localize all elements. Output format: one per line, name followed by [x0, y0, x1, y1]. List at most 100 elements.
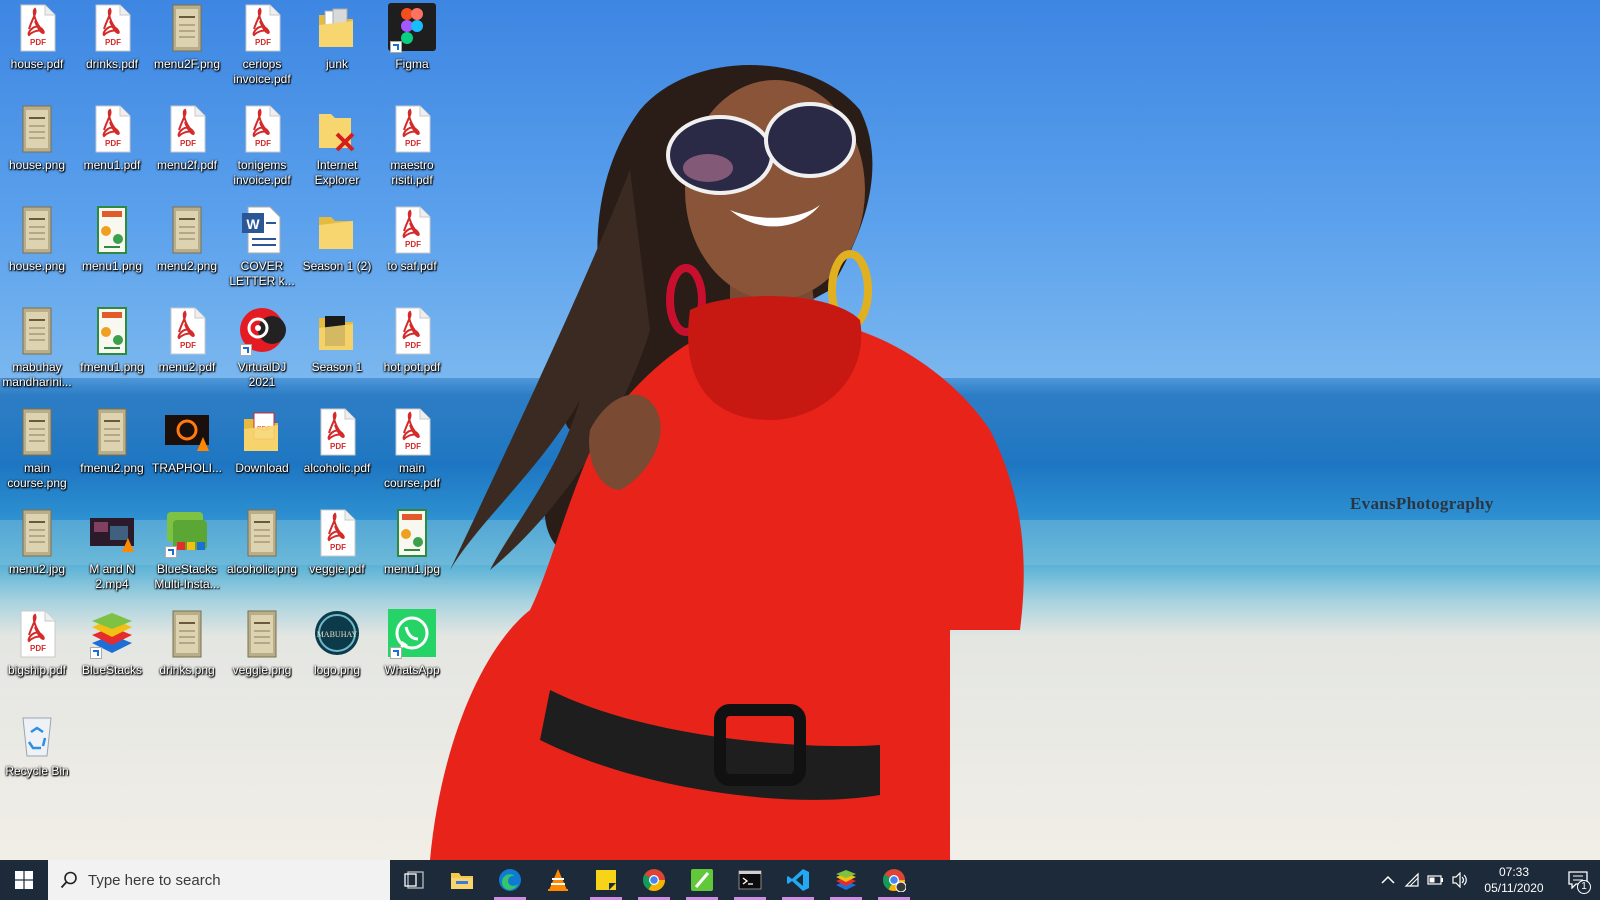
desktop-icon-drinks-pdf[interactable]: PDF drinks.pdf	[75, 0, 149, 72]
desktop-icon-maestro-risiti-pdf[interactable]: PDF maestro risiti.pdf	[375, 101, 449, 188]
desktop-icon-label: fmenu1.png	[80, 360, 144, 374]
chrome-profile-icon	[882, 868, 906, 892]
taskbar-app-vlc[interactable]	[534, 860, 582, 900]
desktop-icon-bluestacks[interactable]: BlueStacks	[75, 606, 149, 678]
desktop-icon-menu1-jpg[interactable]: menu1.jpg	[375, 505, 449, 577]
desktop-icon-label: COVER LETTER k...	[229, 259, 295, 288]
shortcut-arrow-icon	[390, 41, 402, 53]
taskbar-search-box[interactable]: Type here to search	[48, 860, 390, 900]
desktop-icon-menu2-pdf[interactable]: PDF menu2.pdf	[150, 303, 224, 375]
taskbar-app-command-prompt[interactable]	[726, 860, 774, 900]
menu-color-icon	[88, 306, 136, 356]
desktop-icon-alcoholic-pdf[interactable]: PDF alcoholic.pdf	[300, 404, 374, 476]
desktop-icon-drinks-png[interactable]: drinks.png	[150, 606, 224, 678]
desktop-icon-main-course-png[interactable]: main course.png	[0, 404, 74, 491]
desktop-icon-internet-explorer[interactable]: Internet Explorer	[300, 101, 374, 188]
menu-image-icon	[163, 3, 211, 53]
desktop-icon-figma[interactable]: Figma	[375, 0, 449, 72]
taskbar-app-vscode[interactable]	[774, 860, 822, 900]
desktop-icon-tonigems-invoice-pdf[interactable]: PDF tonigems invoice.pdf	[225, 101, 299, 188]
desktop-icon-label: drinks.png	[159, 663, 215, 677]
desktop-icon-label: TRAPHOLI...	[151, 461, 222, 475]
desktop-icon-label: veggie.png	[232, 663, 292, 677]
desktop-icon-house-png[interactable]: house.png	[0, 202, 74, 274]
taskbar-app-edge[interactable]	[486, 860, 534, 900]
clock-date: 05/11/2020	[1484, 881, 1544, 895]
desktop-icon-veggie-png[interactable]: veggie.png	[225, 606, 299, 678]
desktop-icon-label: menu1.jpg	[383, 562, 441, 576]
desktop-icon-veggie-pdf[interactable]: PDF veggie.pdf	[300, 505, 374, 577]
desktop-icon-menu2f-pdf[interactable]: PDF menu2f.pdf	[150, 101, 224, 173]
desktop-icon-fmenu1-png[interactable]: fmenu1.png	[75, 303, 149, 375]
notification-count-badge: 1	[1577, 880, 1591, 894]
wallpaper-watermark: EvansPhotography	[1350, 494, 1494, 513]
desktop-icon-to-saf-pdf[interactable]: PDF to saf.pdf	[375, 202, 449, 274]
taskbar-app-chrome-profile[interactable]	[870, 860, 918, 900]
pdf-icon: PDF	[163, 306, 211, 356]
desktop-icon-bigship-pdf[interactable]: PDF bigship.pdf	[0, 606, 74, 678]
desktop-icon-label: menu2f.pdf	[156, 158, 218, 172]
network-icon[interactable]	[1400, 860, 1424, 900]
menu-image-icon	[238, 609, 286, 659]
desktop-icon-house-png[interactable]: house.png	[0, 101, 74, 173]
desktop-icon-label: house.pdf	[10, 57, 64, 71]
shortcut-arrow-icon	[390, 647, 402, 659]
desktop-icon-menu2-jpg[interactable]: menu2.jpg	[0, 505, 74, 577]
desktop-icon-season-1[interactable]: Season 1	[300, 303, 374, 375]
taskbar-app-bluestacks[interactable]	[822, 860, 870, 900]
show-hidden-icons-chevron-icon[interactable]	[1376, 860, 1400, 900]
taskbar-app-file-explorer[interactable]	[438, 860, 486, 900]
desktop-icon-alcoholic-png[interactable]: alcoholic.png	[225, 505, 299, 577]
desktop-icon-label: junk	[325, 57, 348, 71]
desktop-icon-mabuhay-mandharini[interactable]: mabuhay mandharini...	[0, 303, 74, 390]
vscode-icon	[786, 868, 810, 892]
desktop-icon-ceriops-invoice-pdf[interactable]: PDF ceriops invoice.pdf	[225, 0, 299, 87]
taskbar-app-notepad-plus[interactable]	[678, 860, 726, 900]
desktop-icon-m-and-n-2-mp4[interactable]: M and N 2.mp4	[75, 505, 149, 592]
desktop-icon-junk[interactable]: junk	[300, 0, 374, 72]
pdf-icon: PDF	[88, 3, 136, 53]
desktop-icon-menu2f-png[interactable]: menu2F.png	[150, 0, 224, 72]
folder-docs-icon	[313, 3, 361, 53]
desktop-icon-label: logo.png	[313, 663, 361, 677]
bluestacks-icon	[88, 609, 136, 659]
desktop-icon-download[interactable]: PDF Download	[225, 404, 299, 476]
pdf-icon: PDF	[13, 609, 61, 659]
svg-text:PDF: PDF	[255, 139, 271, 148]
vlc-icon	[547, 868, 569, 892]
taskbar-pinned-apps	[390, 860, 918, 900]
taskbar-app-task-view[interactable]	[390, 860, 438, 900]
desktop-icon-label: Internet Explorer	[314, 158, 360, 187]
taskbar-app-chrome[interactable]	[630, 860, 678, 900]
desktop-icon-trapholi[interactable]: TRAPHOLI...	[150, 404, 224, 476]
desktop-icon-hot-pot-pdf[interactable]: PDF hot pot.pdf	[375, 303, 449, 375]
desktop-icon-fmenu2-png[interactable]: fmenu2.png	[75, 404, 149, 476]
taskbar-app-sticky-notes[interactable]	[582, 860, 630, 900]
desktop-icon-whatsapp[interactable]: WhatsApp	[375, 606, 449, 678]
desktop-icon-label: main course.png	[7, 461, 67, 490]
taskbar-clock[interactable]: 07:33 05/11/2020	[1476, 864, 1552, 896]
windows-logo-icon	[15, 871, 33, 889]
desktop-icon-virtualdj-2021[interactable]: VirtualDJ 2021	[225, 303, 299, 390]
desktop-icon-menu1-pdf[interactable]: PDF menu1.pdf	[75, 101, 149, 173]
action-center-button[interactable]: 1	[1556, 860, 1600, 900]
menu-image-icon	[13, 306, 61, 356]
desktop-icon-season-1-2[interactable]: Season 1 (2)	[300, 202, 374, 274]
taskbar: Type here to search 07:33 05/11/2020 1	[0, 860, 1600, 900]
desktop-icon-main-course-pdf[interactable]: PDF main course.pdf	[375, 404, 449, 491]
desktop-icon-house-pdf[interactable]: PDF house.pdf	[0, 0, 74, 72]
desktop-icon-logo-png[interactable]: MABUHAY logo.png	[300, 606, 374, 678]
svg-text:PDF: PDF	[405, 341, 421, 350]
desktop-icon-menu2-png[interactable]: menu2.png	[150, 202, 224, 274]
desktop-icon-label: menu1.pdf	[83, 158, 141, 172]
battery-icon[interactable]	[1424, 860, 1448, 900]
desktop-icon-label: veggie.pdf	[309, 562, 365, 576]
desktop-icon-cover-letter-k[interactable]: W COVER LETTER k...	[225, 202, 299, 289]
volume-icon[interactable]	[1448, 860, 1472, 900]
pdf-icon: PDF	[88, 104, 136, 154]
desktop-icon-recycle-bin[interactable]: Recycle Bin	[0, 707, 74, 779]
desktop-icon-menu1-png[interactable]: menu1.png	[75, 202, 149, 274]
desktop-icon-bluestacks-multi-insta[interactable]: BlueStacks Multi-Insta...	[150, 505, 224, 592]
start-button[interactable]	[0, 860, 48, 900]
svg-text:PDF: PDF	[30, 644, 46, 653]
